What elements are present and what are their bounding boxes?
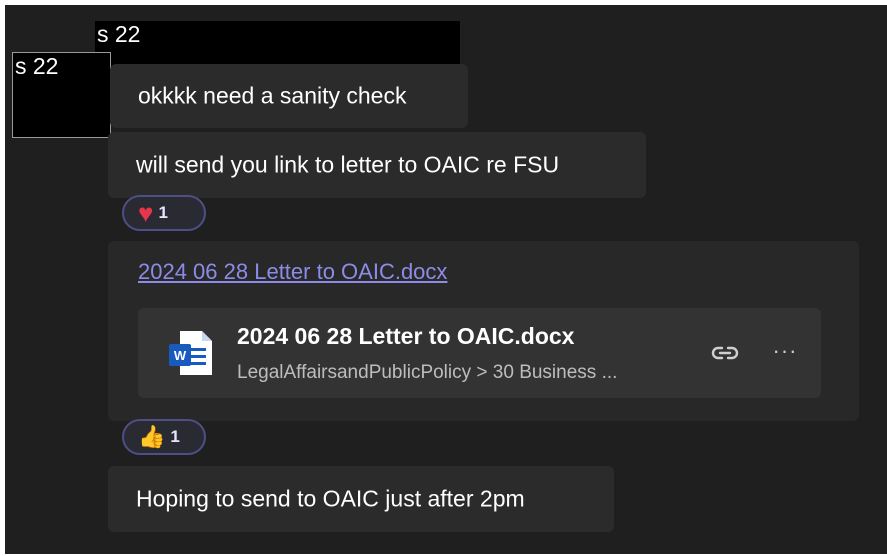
word-doc-icon: W	[169, 331, 212, 375]
file-path: LegalAffairsandPublicPolicy > 30 Busines…	[237, 362, 618, 383]
svg-text:W: W	[174, 348, 187, 363]
message-bubble[interactable]: will send you link to letter to OAIC re …	[108, 132, 646, 198]
reaction-count: 1	[170, 427, 180, 446]
file-link[interactable]: 2024 06 28 Letter to OAIC.docx	[138, 259, 447, 285]
message-text: okkkk need a sanity check	[138, 82, 407, 109]
redaction-box: s 22	[12, 52, 111, 138]
more-options-icon[interactable]: ···	[770, 336, 800, 366]
attachment-message[interactable]: 2024 06 28 Letter to OAIC.docx W 2024 06…	[108, 241, 859, 421]
heart-icon: ♥	[138, 198, 154, 228]
link-icon[interactable]	[710, 340, 740, 366]
redaction-box: s 22	[95, 21, 460, 69]
reaction-count: 1	[158, 203, 168, 222]
file-card[interactable]: W 2024 06 28 Letter to OAIC.docx LegalAf…	[138, 308, 821, 398]
reaction-pill[interactable]: ♥ 1	[122, 195, 206, 231]
reaction-pill[interactable]: 👍 1	[122, 419, 206, 455]
message-bubble[interactable]: okkkk need a sanity check	[110, 64, 468, 128]
message-text: Hoping to send to OAIC just after 2pm	[136, 485, 525, 512]
file-name: 2024 06 28 Letter to OAIC.docx	[237, 323, 575, 349]
message-bubble[interactable]: Hoping to send to OAIC just after 2pm	[108, 466, 614, 532]
message-text: will send you link to letter to OAIC re …	[136, 151, 560, 178]
thumbs-up-icon: 👍	[138, 424, 166, 449]
redaction-label: s 22	[15, 53, 59, 79]
redaction-label: s 22	[97, 21, 141, 47]
